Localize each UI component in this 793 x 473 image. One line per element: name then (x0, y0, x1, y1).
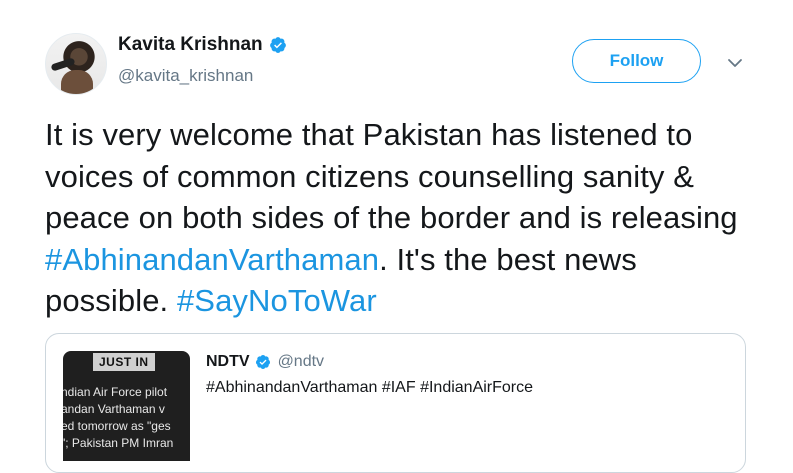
author-display-name[interactable]: Kavita Krishnan (118, 34, 263, 56)
microphone-image (50, 57, 76, 72)
author-handle[interactable]: @kavita_krishnan (118, 66, 253, 86)
follow-button[interactable]: Follow (572, 39, 701, 83)
thumbnail-badge: JUST IN (93, 353, 155, 371)
verified-badge-icon (255, 355, 270, 369)
quoted-tweet-thumbnail[interactable]: JUST IN ndian Air Force pilot andan Vart… (63, 351, 190, 461)
thumbnail-line: ndian Air Force pilot (63, 385, 168, 399)
quoted-tweet-card[interactable]: JUST IN ndian Air Force pilot andan Vart… (45, 333, 746, 473)
hashtag-link[interactable]: #AbhinandanVarthaman (45, 242, 379, 277)
verified-badge-icon (269, 37, 286, 53)
quoted-author-row: NDTV @ndtv (206, 353, 324, 371)
quoted-author-name[interactable]: NDTV (206, 353, 250, 371)
tweet-text: It is very welcome that Pakistan has lis… (45, 114, 745, 322)
quoted-tweet-text: #AbhinandanVarthaman #IAF #IndianAirForc… (206, 379, 534, 396)
tweet-text-segment: It is very welcome that Pakistan has lis… (45, 117, 738, 235)
thumbnail-line: ed tomorrow as "ges (63, 419, 171, 433)
avatar[interactable] (45, 33, 107, 95)
thumbnail-line: "; Pakistan PM Imran (63, 436, 174, 450)
chevron-down-icon[interactable] (727, 55, 743, 71)
author-name-row: Kavita Krishnan (118, 34, 287, 56)
hashtag-link[interactable]: #SayNoToWar (177, 283, 377, 318)
thumbnail-text: ndian Air Force pilot andan Varthaman v … (63, 384, 190, 452)
thumbnail-line: andan Varthaman v (63, 402, 165, 416)
quoted-author-handle[interactable]: @ndtv (278, 353, 324, 371)
